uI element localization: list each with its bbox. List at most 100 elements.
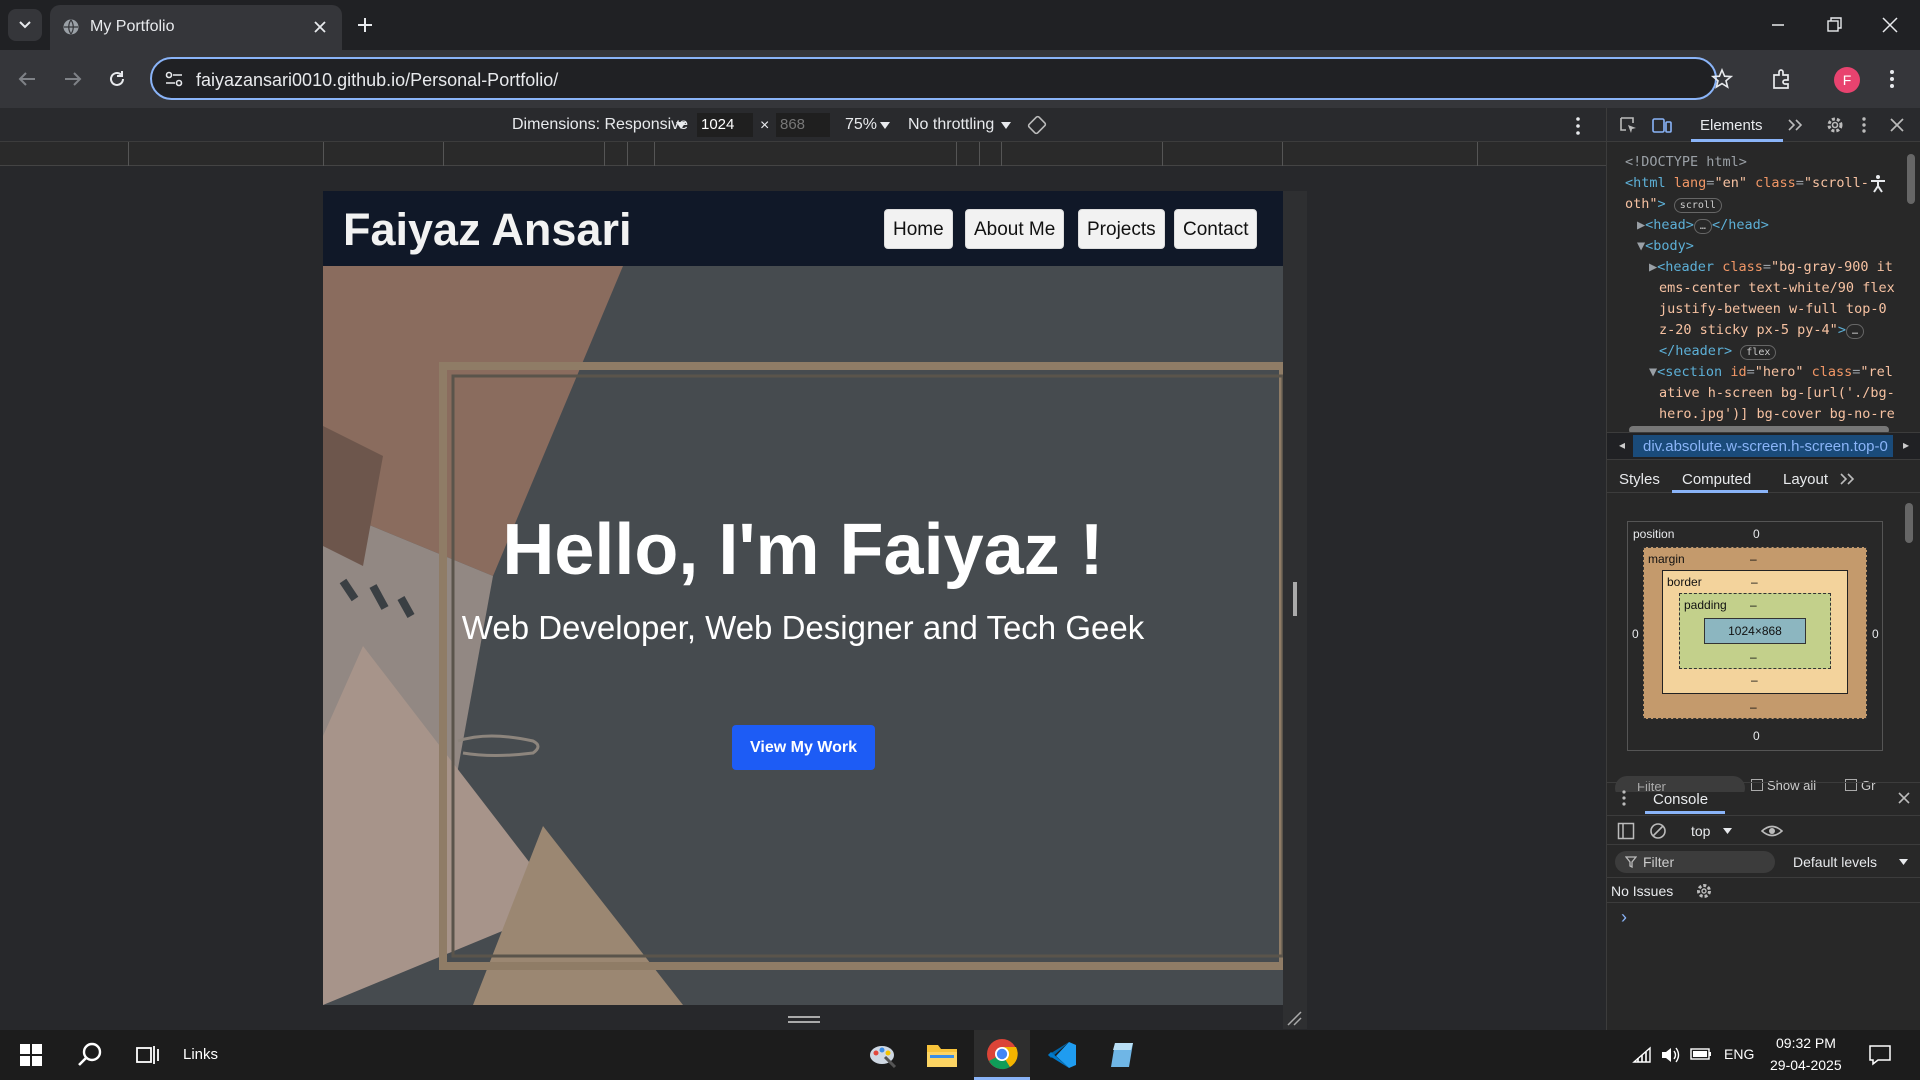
network-icon[interactable] bbox=[1632, 1046, 1652, 1064]
corner-resize-handle[interactable] bbox=[1286, 1010, 1302, 1026]
more-tabs-icon[interactable] bbox=[1787, 118, 1803, 132]
dom-line[interactable]: ▼<section id="hero" class="rel bbox=[1649, 362, 1893, 383]
devtools-menu-icon[interactable] bbox=[1859, 116, 1869, 134]
battery-icon[interactable] bbox=[1690, 1047, 1712, 1061]
throttling-select[interactable]: No throttling bbox=[908, 116, 994, 134]
dimensions-select[interactable]: Dimensions: Responsive bbox=[512, 116, 688, 134]
globe-icon bbox=[63, 19, 79, 35]
brand-name: Faiyaz Ansari bbox=[343, 204, 632, 255]
search-icon bbox=[78, 1042, 102, 1066]
console-filter-input[interactable]: Filter bbox=[1615, 851, 1775, 873]
breadcrumb-selected[interactable]: div.absolute.w-screen.h-screen.top-0 bbox=[1633, 435, 1893, 457]
zoom-select[interactable]: 75% bbox=[845, 116, 877, 134]
rotate-icon[interactable] bbox=[1026, 114, 1048, 136]
dom-line[interactable]: </header> flex bbox=[1659, 341, 1777, 362]
clear-console-icon[interactable] bbox=[1649, 822, 1667, 840]
site-info-icon[interactable] bbox=[164, 70, 184, 88]
no-issues-text[interactable]: No Issues bbox=[1611, 883, 1673, 899]
dom-line[interactable]: hero.jpg')] bg-cover bg-no-re bbox=[1659, 404, 1895, 425]
console-tab[interactable]: Console bbox=[1653, 791, 1708, 808]
height-resize-handle[interactable] bbox=[788, 1016, 820, 1018]
subtab-computed[interactable]: Computed bbox=[1682, 471, 1751, 488]
task-view-button[interactable] bbox=[120, 1030, 176, 1080]
clock-time[interactable]: 09:32 PM bbox=[1776, 1035, 1836, 1051]
nav-about-me[interactable]: About Me bbox=[965, 209, 1065, 249]
dom-line[interactable]: oth"> scroll bbox=[1625, 194, 1722, 215]
back-icon[interactable] bbox=[16, 68, 38, 90]
device-toggle-icon[interactable] bbox=[1652, 116, 1672, 134]
forward-icon[interactable] bbox=[62, 68, 84, 90]
console-prompt[interactable]: › bbox=[1621, 907, 1627, 928]
tab-my-portfolio[interactable]: My Portfolio bbox=[50, 5, 342, 50]
device-more-icon[interactable] bbox=[1572, 116, 1584, 136]
tab-elements[interactable]: Elements bbox=[1700, 117, 1763, 134]
volume-icon[interactable] bbox=[1660, 1045, 1682, 1065]
profile-avatar[interactable]: F bbox=[1834, 67, 1860, 93]
box-border-dash: – bbox=[1751, 575, 1758, 589]
nav-projects[interactable]: Projects bbox=[1078, 209, 1165, 249]
dom-line[interactable]: ▶<head>… </head> bbox=[1637, 215, 1769, 236]
address-bar[interactable]: faiyazansari0010.github.io/Personal-Port… bbox=[150, 57, 1733, 100]
dom-vscrollbar[interactable] bbox=[1907, 154, 1915, 204]
taskbar-app-paint[interactable] bbox=[855, 1030, 911, 1080]
chevron-down-icon bbox=[19, 21, 31, 29]
inspect-element-icon[interactable] bbox=[1619, 116, 1637, 134]
taskbar-app-notes[interactable] bbox=[1094, 1030, 1150, 1080]
browser-menu-icon[interactable] bbox=[1884, 67, 1900, 91]
width-resize-handle[interactable] bbox=[1293, 582, 1297, 616]
extensions-icon[interactable] bbox=[1770, 67, 1794, 91]
search-button[interactable] bbox=[62, 1030, 118, 1080]
new-tab-icon[interactable] bbox=[355, 15, 375, 35]
width-input[interactable]: 1024 bbox=[697, 113, 753, 137]
close-tab-icon[interactable] bbox=[312, 19, 328, 35]
dom-line[interactable]: ▶<header class="bg-gray-900 it bbox=[1649, 257, 1893, 278]
taskbar-app-explorer[interactable] bbox=[914, 1030, 970, 1080]
language-indicator[interactable]: ENG bbox=[1724, 1046, 1754, 1062]
styles-vscrollbar[interactable] bbox=[1905, 503, 1913, 543]
console-settings-icon[interactable] bbox=[1695, 882, 1713, 900]
clock-date[interactable]: 29-04-2025 bbox=[1770, 1057, 1842, 1073]
dom-line[interactable]: ative h-screen bg-[url('./bg- bbox=[1659, 383, 1895, 404]
console-drawer-menu-icon[interactable] bbox=[1621, 789, 1627, 807]
taskbar-app-vscode[interactable] bbox=[1034, 1030, 1090, 1080]
view-my-work-button[interactable]: View My Work bbox=[732, 725, 875, 770]
close-devtools-icon[interactable] bbox=[1889, 117, 1905, 133]
start-button[interactable] bbox=[3, 1030, 59, 1080]
live-expression-eye-icon[interactable] bbox=[1761, 822, 1783, 840]
close-console-icon[interactable] bbox=[1897, 791, 1911, 805]
subtab-layout[interactable]: Layout bbox=[1783, 471, 1828, 488]
zoom-dropdown-icon bbox=[880, 122, 890, 129]
context-select[interactable]: top bbox=[1691, 823, 1710, 839]
default-levels-select[interactable]: Default levels bbox=[1793, 854, 1877, 870]
dom-line[interactable]: z-20 sticky px-5 py-4">… bbox=[1659, 320, 1864, 341]
breadcrumb-left-arrow[interactable]: ◂ bbox=[1619, 438, 1625, 452]
accessibility-icon[interactable] bbox=[1869, 174, 1887, 194]
nav-home[interactable]: Home bbox=[884, 209, 953, 249]
dom-line[interactable]: <!DOCTYPE html> bbox=[1625, 152, 1747, 173]
tab-search-button[interactable] bbox=[8, 9, 42, 41]
tab-bar: My Portfolio bbox=[0, 0, 1920, 50]
minimize-icon[interactable] bbox=[1768, 15, 1788, 35]
windows-taskbar: Links ENG 09:32 PM 29-04-2025 bbox=[0, 1030, 1920, 1080]
dom-line[interactable]: ems-center text-white/90 flex bbox=[1659, 278, 1895, 299]
reload-icon[interactable] bbox=[106, 68, 128, 90]
notification-center-icon[interactable] bbox=[1868, 1044, 1892, 1066]
close-window-icon[interactable] bbox=[1880, 15, 1900, 35]
restore-icon[interactable] bbox=[1824, 15, 1844, 35]
console-sidebar-icon[interactable] bbox=[1617, 822, 1635, 840]
subtab-styles[interactable]: Styles bbox=[1619, 471, 1660, 488]
links-toolbar[interactable]: Links bbox=[183, 1046, 218, 1063]
dom-line[interactable]: <html lang="en" class="scroll- bbox=[1625, 173, 1869, 194]
bookmark-star-icon[interactable] bbox=[1711, 68, 1733, 90]
dom-line[interactable]: justify-between w-full top-0 bbox=[1659, 299, 1887, 320]
nav-contact[interactable]: Contact bbox=[1174, 209, 1258, 249]
more-subtabs-icon[interactable] bbox=[1839, 472, 1855, 486]
dom-line[interactable]: ▼<body> bbox=[1637, 236, 1694, 257]
taskbar-app-chrome[interactable] bbox=[974, 1030, 1030, 1080]
breadcrumb-right-arrow[interactable]: ▸ bbox=[1903, 438, 1909, 452]
settings-gear-icon[interactable] bbox=[1825, 115, 1845, 135]
dom-tree[interactable]: <!DOCTYPE html> <html lang="en" class="s… bbox=[1607, 144, 1920, 444]
dom-breadcrumb-bar: ◂ div.absolute.w-screen.h-screen.top-0 ▸ bbox=[1607, 432, 1920, 460]
height-input[interactable]: 868 bbox=[776, 113, 830, 137]
console-tab-indicator bbox=[1645, 811, 1725, 814]
